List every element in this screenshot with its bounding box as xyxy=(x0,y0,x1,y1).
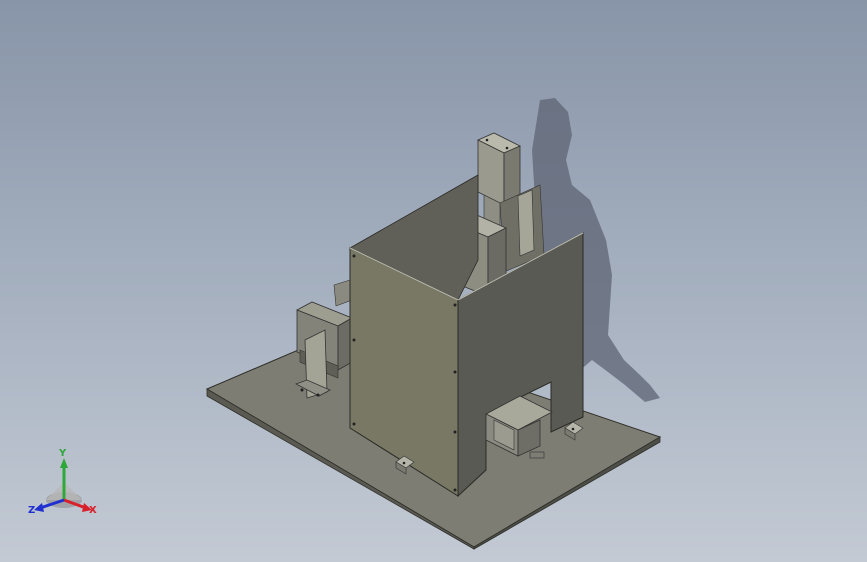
z-axis-label: Z xyxy=(28,505,36,516)
model-canvas[interactable] xyxy=(0,0,867,562)
y-axis-arrow xyxy=(60,458,68,468)
cad-viewport[interactable]: Y X Z xyxy=(0,0,867,562)
view-orientation-triad[interactable]: Y X Z xyxy=(24,448,104,524)
z-axis-arrow xyxy=(34,503,44,512)
y-axis-label: Y xyxy=(59,448,67,459)
x-axis-label: X xyxy=(89,505,97,516)
